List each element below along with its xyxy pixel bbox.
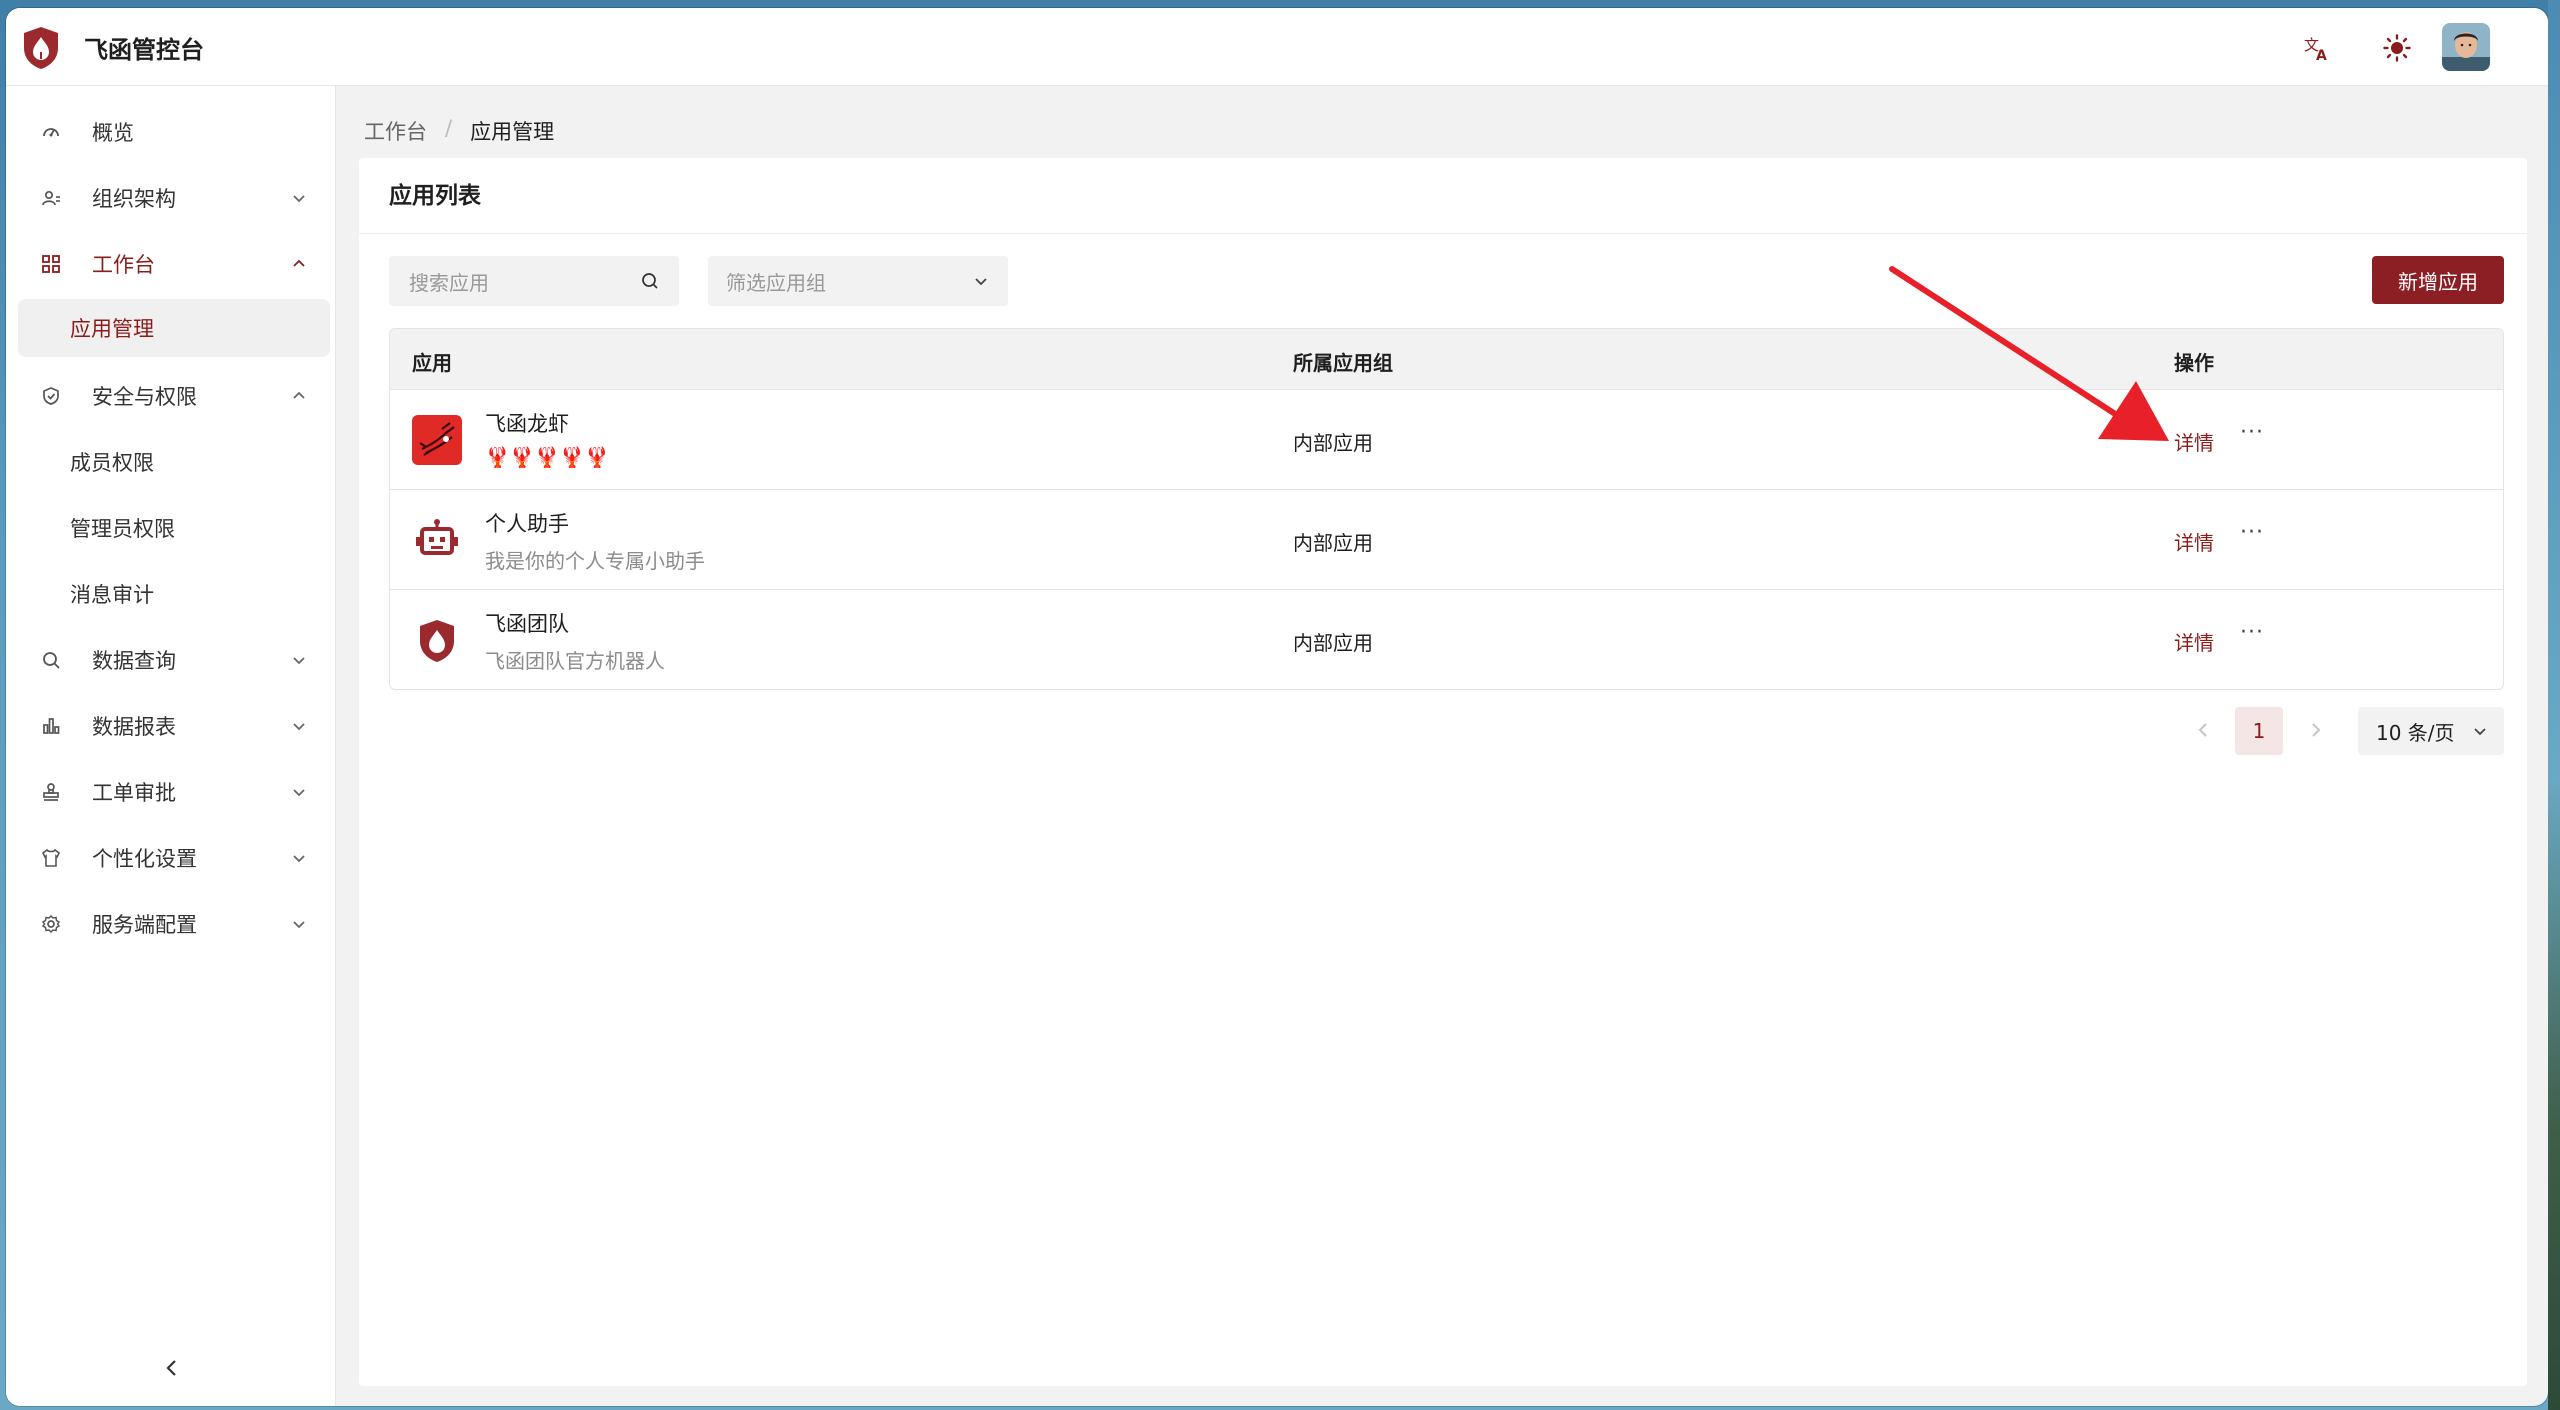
detail-link[interactable]: 详情 [2174, 627, 2214, 656]
sidebar-item-security[interactable]: 安全与权限 [18, 367, 330, 425]
gear-icon [40, 913, 62, 935]
app-group-filter-select[interactable]: 筛选应用组 [708, 256, 1008, 306]
chevron-down-icon [293, 789, 305, 797]
dashboard-icon [40, 121, 62, 143]
sidebar-item-label: 工单审批 [92, 781, 176, 805]
sidebar-item-label: 个性化设置 [92, 847, 197, 871]
search-placeholder: 搜索应用 [409, 270, 489, 295]
table-row: 个人助手 我是你的个人专属小助手 内部应用 详情 ··· [390, 489, 2503, 589]
grid-icon [40, 253, 62, 275]
chevron-down-icon [293, 723, 305, 731]
sidebar-item-label: 服务端配置 [92, 913, 197, 937]
app-title: 飞函管控台 [84, 36, 204, 64]
sidebar-item-label: 应用管理 [70, 317, 154, 341]
sidebar-item-personalization[interactable]: 个性化设置 [18, 829, 330, 887]
sidebar-item-data-reports[interactable]: 数据报表 [18, 697, 330, 755]
app-description: 飞函团队官方机器人 [485, 649, 665, 673]
chevron-down-icon [293, 195, 305, 203]
app-group: 内部应用 [1293, 431, 1373, 455]
next-page-icon[interactable] [2303, 718, 2327, 742]
app-name: 个人助手 [485, 512, 569, 536]
add-app-button[interactable]: 新增应用 [2372, 256, 2504, 304]
sidebar-item-app-management[interactable]: 应用管理 [18, 299, 330, 357]
robot-app-icon [412, 515, 462, 565]
page-number-button[interactable]: 1 [2235, 707, 2283, 755]
app-description: 我是你的个人专属小助手 [485, 549, 705, 573]
app-group: 内部应用 [1293, 631, 1373, 655]
sidebar-item-message-audit[interactable]: 消息审计 [18, 565, 330, 623]
page-size-select[interactable]: 10 条/页 [2358, 707, 2504, 755]
detail-link[interactable]: 详情 [2174, 527, 2214, 556]
breadcrumb-separator: / [445, 116, 453, 140]
breadcrumb: 工作台 / 应用管理 [364, 116, 554, 146]
chevron-up-icon [293, 259, 305, 267]
sidebar-item-label: 数据报表 [92, 715, 176, 739]
sidebar: 概览 组织架构 工作台 应用管理 安全与权限 成员权限 管理员权限 消息审计 数… [6, 86, 336, 1406]
sidebar-item-label: 安全与权限 [92, 385, 197, 409]
app-name: 飞函团队 [485, 612, 569, 636]
more-actions-button[interactable]: ··· [2240, 620, 2264, 645]
chevron-up-icon [293, 391, 305, 399]
svg-text:A: A [2316, 48, 2327, 62]
chevron-down-icon [293, 921, 305, 929]
lobster-app-icon [412, 415, 462, 465]
table-row: 飞函团队 飞函团队官方机器人 内部应用 详情 ··· [390, 589, 2503, 689]
prev-page-icon[interactable] [2192, 718, 2216, 742]
logo-icon [24, 27, 58, 69]
sidebar-item-label: 消息审计 [70, 583, 154, 607]
chevron-down-icon [2474, 728, 2486, 736]
sidebar-item-member-permissions[interactable]: 成员权限 [18, 433, 330, 491]
sidebar-item-label: 数据查询 [92, 649, 176, 673]
collapse-sidebar-icon[interactable] [160, 1356, 184, 1380]
org-icon [40, 187, 62, 209]
search-icon[interactable] [639, 270, 661, 292]
column-header-app: 应用 [412, 351, 452, 375]
sidebar-item-admin-permissions[interactable]: 管理员权限 [18, 499, 330, 557]
sidebar-item-label: 概览 [92, 121, 134, 145]
app-table: 应用 所属应用组 操作 飞函龙虾 🦞🦞🦞🦞🦞 内部应用 详情 ··· 个人助手 … [389, 328, 2504, 690]
filter-placeholder: 筛选应用组 [726, 270, 826, 295]
app-group: 内部应用 [1293, 531, 1373, 555]
desktop-background [2548, 0, 2560, 1410]
sidebar-item-server-config[interactable]: 服务端配置 [18, 895, 330, 953]
chevron-down-icon [293, 855, 305, 863]
shirt-icon [40, 847, 62, 869]
detail-link[interactable]: 详情 [2174, 427, 2214, 456]
search-input[interactable]: 搜索应用 [389, 256, 679, 306]
sidebar-item-data-query[interactable]: 数据查询 [18, 631, 330, 689]
sidebar-item-label: 组织架构 [92, 187, 176, 211]
sidebar-item-overview[interactable]: 概览 [18, 103, 330, 161]
page-size-label: 10 条/页 [2376, 720, 2455, 745]
panel-title: 应用列表 [359, 158, 2527, 234]
sidebar-item-ticket-approval[interactable]: 工单审批 [18, 763, 330, 821]
app-window: 飞函管控台 文 A 概览 组织架构 工作台 应用管理 安全与权限 成员权限 管理… [6, 8, 2548, 1406]
bar-chart-icon [40, 715, 62, 737]
user-avatar[interactable] [2442, 23, 2490, 71]
more-actions-button[interactable]: ··· [2240, 520, 2264, 545]
sidebar-item-label: 工作台 [92, 253, 155, 277]
sun-icon[interactable] [2379, 30, 2415, 66]
sidebar-item-label: 成员权限 [70, 451, 154, 475]
translate-icon[interactable]: 文 A [2299, 30, 2335, 66]
app-name: 飞函龙虾 [485, 412, 569, 436]
app-description: 🦞🦞🦞🦞🦞 [485, 445, 610, 469]
more-actions-button[interactable]: ··· [2240, 420, 2264, 445]
sidebar-item-workbench[interactable]: 工作台 [18, 235, 330, 293]
stamp-icon [40, 781, 62, 803]
shield-icon [40, 385, 62, 407]
breadcrumb-root[interactable]: 工作台 [364, 116, 427, 146]
column-header-actions: 操作 [2174, 351, 2214, 375]
top-header: 飞函管控台 文 A [6, 8, 2548, 86]
sidebar-item-org[interactable]: 组织架构 [18, 169, 330, 227]
sidebar-item-label: 管理员权限 [70, 517, 175, 541]
table-header: 应用 所属应用组 操作 [390, 329, 2503, 389]
app-list-panel: 应用列表 搜索应用 筛选应用组 新增应用 应用 所属应用组 操作 飞函龙虾 🦞🦞… [359, 158, 2527, 1386]
team-app-icon [412, 615, 462, 665]
chevron-down-icon [975, 278, 987, 286]
chevron-down-icon [293, 657, 305, 665]
search-icon [40, 649, 62, 671]
table-row: 飞函龙虾 🦞🦞🦞🦞🦞 内部应用 详情 ··· [390, 389, 2503, 489]
breadcrumb-current: 应用管理 [470, 120, 555, 144]
column-header-group: 所属应用组 [1293, 351, 1393, 375]
